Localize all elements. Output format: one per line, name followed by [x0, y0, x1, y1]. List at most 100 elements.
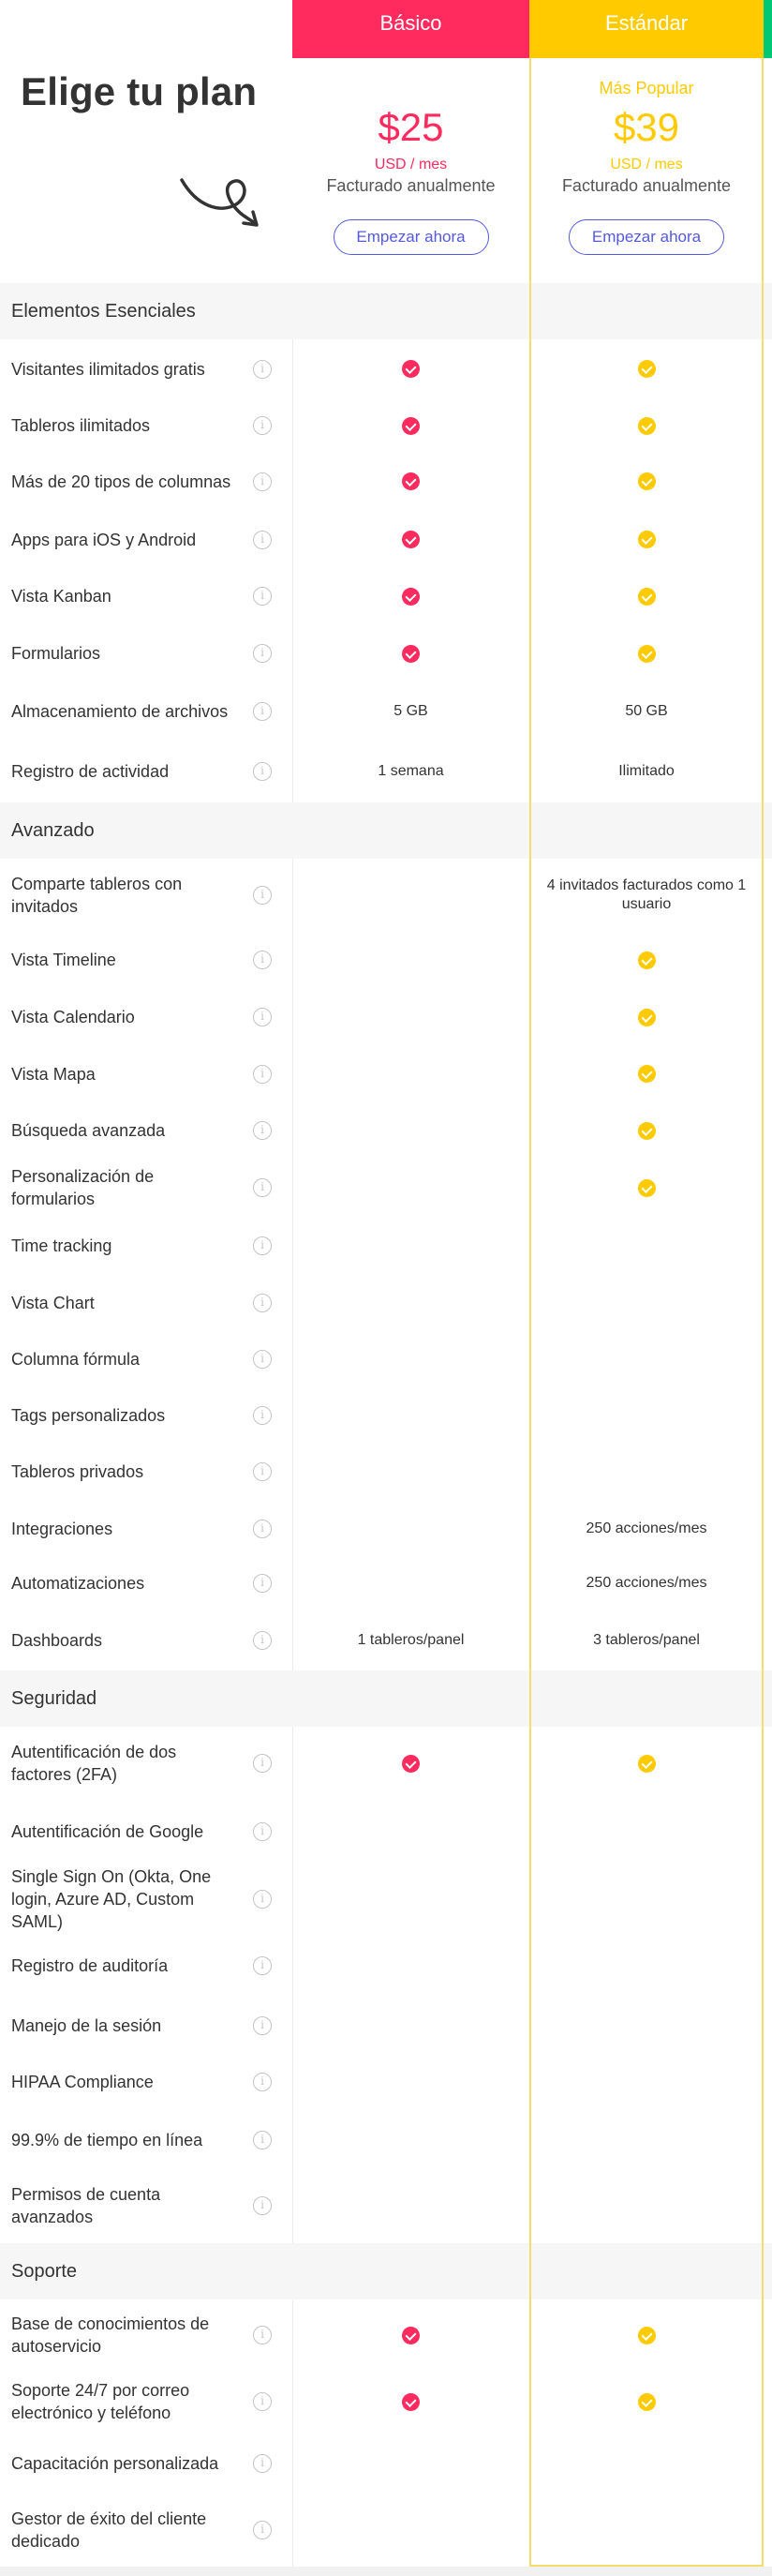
info-icon[interactable]: i: [253, 702, 272, 721]
feature-label: Visitantes ilimitados gratis: [11, 359, 205, 379]
info-icon[interactable]: i: [253, 1956, 272, 1976]
feature-label: Registro de actividad: [11, 761, 170, 781]
feature-row: Registro de auditoría i: [0, 1935, 772, 1999]
cell-basico: [292, 1217, 529, 1275]
feature-row: Capacitación personalizada i: [0, 2433, 772, 2494]
info-icon[interactable]: i: [253, 2326, 272, 2345]
cell-estandar: [529, 1275, 764, 1332]
check-icon: [637, 644, 656, 663]
cell-estandar: 4 invitados facturados como 1 usuario: [529, 859, 764, 932]
cell-basico: [292, 2372, 529, 2434]
feature-label: Permisos de cuenta avanzados: [11, 2185, 161, 2227]
info-icon[interactable]: i: [253, 1406, 272, 1425]
feature-row: Registro de actividad i 1 semana Ilimitado: [0, 741, 772, 803]
check-icon: [402, 2392, 420, 2411]
cell-basico: [292, 859, 529, 932]
page-title: Elige tu plan: [21, 69, 258, 113]
info-icon[interactable]: i: [253, 1631, 272, 1650]
curly-arrow-icon: [180, 178, 259, 227]
info-icon[interactable]: i: [253, 1008, 272, 1027]
info-icon[interactable]: i: [253, 1519, 272, 1538]
feature-row: Single Sign On (Okta, One login, Azure A…: [0, 1864, 772, 1935]
cell-value: 1 tableros/panel: [357, 1632, 465, 1648]
cell-basico: 1 semana: [292, 741, 529, 803]
info-icon[interactable]: i: [253, 1754, 272, 1774]
feature-label: Vista Timeline: [11, 951, 116, 970]
cell-estandar: 50 GB: [529, 683, 764, 741]
feature-row: Tableros ilimitados i: [0, 399, 772, 453]
cell-estandar: [529, 1046, 764, 1103]
feature-label: Tags personalizados: [11, 1406, 166, 1425]
cell-basico: [292, 624, 529, 683]
cell-estandar: 3 tableros/panel: [529, 1610, 764, 1670]
feature-row: Integraciones i 250 acciones/mes: [0, 1501, 772, 1557]
info-icon[interactable]: i: [253, 2392, 272, 2412]
section-title: Seguridad: [11, 1688, 97, 1709]
feature-row: Comparte tableros con invitados i 4 invita…: [0, 859, 772, 932]
info-icon[interactable]: i: [253, 1462, 272, 1482]
most-popular-badge: Más Popular: [599, 79, 694, 97]
info-icon[interactable]: i: [253, 644, 272, 664]
feature-row: Time tracking i: [0, 1217, 772, 1275]
start-now-button-estandar[interactable]: Empezar ahora: [569, 219, 724, 255]
check-icon: [637, 1065, 656, 1084]
info-icon[interactable]: i: [253, 587, 272, 606]
tab-basico[interactable]: Básico: [292, 0, 529, 58]
cell-basico: 5 GB: [292, 683, 529, 741]
feature-label: Soporte 24/7 por correo electrónico y te…: [11, 2381, 190, 2423]
cell-basico: [292, 2169, 529, 2244]
cell-basico: [292, 1557, 529, 1611]
feature-label: Comparte tableros con invitados: [11, 874, 183, 916]
cell-basico: [292, 339, 529, 399]
cell-estandar: 250 acciones/mes: [529, 1501, 764, 1557]
info-icon[interactable]: i: [253, 416, 272, 435]
info-icon[interactable]: i: [253, 2016, 272, 2035]
feature-label: Formularios: [11, 644, 101, 664]
feature-row: 99.9% de tiempo en línea i: [0, 2111, 772, 2169]
info-icon[interactable]: i: [253, 1574, 272, 1594]
cell-estandar: [529, 2111, 764, 2169]
cell-estandar: [529, 2299, 764, 2372]
feature-row: Vista Chart i: [0, 1275, 772, 1332]
cell-estandar: [529, 1102, 764, 1160]
info-icon[interactable]: i: [253, 2196, 272, 2216]
info-icon[interactable]: i: [253, 2130, 272, 2149]
plan-card-basico: $25 USD / mes Facturado anualmente Empez…: [292, 58, 529, 283]
info-icon[interactable]: i: [253, 1178, 272, 1198]
info-icon[interactable]: i: [253, 2073, 272, 2092]
info-icon[interactable]: i: [253, 885, 272, 905]
cell-value: 3 tableros/panel: [593, 1632, 700, 1648]
info-icon[interactable]: i: [253, 472, 272, 491]
info-icon[interactable]: i: [253, 359, 272, 379]
check-icon: [402, 644, 420, 663]
section-header: Elementos Esenciales: [0, 283, 772, 339]
info-icon[interactable]: i: [253, 530, 272, 549]
cell-basico: [292, 932, 529, 990]
info-icon[interactable]: i: [253, 1236, 272, 1255]
feature-label: Capacitación personalizada: [11, 2453, 219, 2473]
tab-next-plan-edge[interactable]: [764, 0, 772, 58]
check-icon: [637, 416, 656, 435]
info-icon[interactable]: i: [253, 2453, 272, 2473]
info-icon[interactable]: i: [253, 2521, 272, 2539]
info-icon[interactable]: i: [253, 1889, 272, 1909]
feature-row: Gestor de éxito del cliente dedicado i: [0, 2494, 772, 2567]
info-icon[interactable]: i: [253, 1822, 272, 1842]
cell-estandar: [529, 2433, 764, 2494]
tab-estandar[interactable]: Estándar: [529, 0, 764, 58]
feature-label: Tableros privados: [11, 1462, 144, 1482]
check-icon: [402, 360, 420, 379]
check-icon: [637, 2392, 656, 2411]
check-icon: [637, 587, 656, 606]
info-icon[interactable]: i: [253, 1293, 272, 1312]
cell-basico: [292, 453, 529, 512]
start-now-button-basico[interactable]: Empezar ahora: [333, 219, 489, 255]
feature-label: Vista Chart: [11, 1293, 95, 1312]
info-icon[interactable]: i: [253, 1064, 272, 1084]
check-icon: [637, 2326, 656, 2344]
info-icon[interactable]: i: [253, 1121, 272, 1141]
info-icon[interactable]: i: [253, 761, 272, 781]
section-header: Seguridad: [0, 1670, 772, 1727]
info-icon[interactable]: i: [253, 1350, 272, 1369]
info-icon[interactable]: i: [253, 951, 272, 970]
